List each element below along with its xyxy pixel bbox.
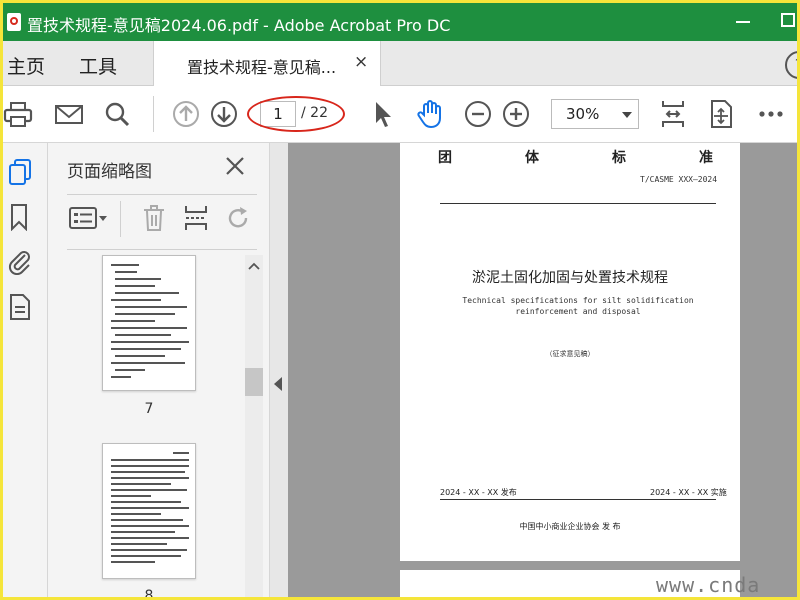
select-arrow-icon[interactable] (367, 98, 399, 130)
title-bar: 置技术规程-意见稿2024.06.pdf - Adobe Acrobat Pro… (3, 3, 797, 41)
scroll-up-icon[interactable] (245, 259, 263, 273)
document-tab-label: 置技术规程-意见稿... (187, 58, 337, 77)
zoom-value: 30% (566, 105, 600, 123)
close-panel-icon[interactable] (224, 155, 246, 177)
tab-tools[interactable]: 工具 (79, 52, 117, 79)
chevron-down-icon (622, 112, 632, 118)
tab-bar: 主页 工具 置技术规程-意见稿... × ? (3, 41, 797, 86)
thumbnail-page-8[interactable] (102, 443, 196, 579)
document-subtitle-en: Technical specifications for silt solidi… (462, 296, 694, 316)
document-viewport[interactable]: 团 体 标 准 T/CASME XXX—2024 淤泥土固化加固与处置技术规程 … (288, 143, 797, 597)
document-title: 淤泥土固化加固与处置技术规程 (472, 270, 668, 286)
tab-document[interactable]: 置技术规程-意见稿... × (153, 41, 381, 86)
panel-title: 页面缩略图 (67, 162, 152, 182)
left-navigation-rail (3, 143, 48, 597)
bookmark-icon[interactable] (7, 203, 33, 231)
maximize-icon[interactable] (781, 13, 795, 27)
page-thumbnails-icon[interactable] (7, 157, 33, 185)
search-icon[interactable] (101, 98, 133, 130)
panel-divider (67, 249, 257, 250)
pdf-page: 团 体 标 准 T/CASME XXX—2024 淤泥土固化加固与处置技术规程 … (400, 143, 740, 561)
acrobat-app-icon (7, 13, 21, 31)
toolbar-separator (153, 96, 154, 132)
fit-page-icon[interactable] (657, 98, 689, 130)
panel-scrollbar[interactable] (245, 255, 263, 597)
implement-date: 2024 - XX - XX 实施 (650, 488, 727, 497)
panel-separator (120, 201, 121, 237)
standard-code: T/CASME XXX—2024 (640, 175, 718, 184)
attachment-icon[interactable] (7, 247, 33, 275)
standard-type-char: 团 (438, 150, 452, 166)
rotate-icon[interactable] (224, 204, 252, 232)
close-tab-icon[interactable]: × (354, 52, 368, 72)
thumbnail-page-number: 8 (144, 588, 154, 600)
page-total-label: / 22 (301, 105, 328, 121)
app-window: 置技术规程-意见稿2024.06.pdf - Adobe Acrobat Pro… (0, 0, 800, 600)
standard-type-char: 体 (525, 150, 539, 166)
page-number-input[interactable] (260, 101, 296, 127)
trash-icon[interactable] (140, 204, 168, 232)
help-icon[interactable]: ? (785, 51, 797, 79)
zoom-select[interactable]: 30% (551, 99, 639, 129)
hand-icon[interactable] (414, 98, 446, 130)
draft-label: （征求意见稿） (545, 350, 595, 358)
thumbnail-page-number: 7 (144, 401, 154, 417)
window-title: 置技术规程-意见稿2024.06.pdf - Adobe Acrobat Pro… (27, 16, 451, 35)
publish-date: 2024 - XX - XX 发布 (440, 488, 517, 497)
thumbnails-panel: 页面缩略图 7 8 (48, 143, 269, 600)
insert-page-icon[interactable] (182, 204, 210, 232)
main-toolbar: / 22 30% (3, 86, 797, 143)
tab-home[interactable]: 主页 (7, 52, 45, 79)
scroll-mode-icon[interactable] (705, 98, 737, 130)
page-rule (440, 499, 716, 500)
panel-divider (67, 194, 257, 195)
zoom-out-icon[interactable] (462, 98, 494, 130)
collapse-panel-handle[interactable] (269, 143, 288, 597)
thumbnail-options-icon[interactable] (68, 204, 108, 232)
page-rule (440, 203, 716, 204)
more-icon[interactable] (755, 98, 787, 130)
document-icon[interactable] (7, 293, 33, 321)
thumbnail-page-7[interactable] (102, 255, 196, 391)
email-icon[interactable] (53, 98, 85, 130)
standard-type-char: 标 (612, 150, 626, 166)
page-up-icon[interactable] (170, 98, 202, 130)
print-icon[interactable] (3, 98, 35, 130)
issuer: 中国中小商业企业协会 发 布 (519, 522, 621, 531)
watermark: www.cnda (656, 573, 761, 597)
panel-scrollbar-thumb[interactable] (245, 368, 263, 396)
standard-type-char: 准 (699, 150, 713, 166)
chevron-left-icon (274, 377, 282, 391)
page-down-icon[interactable] (208, 98, 240, 130)
zoom-in-icon[interactable] (500, 98, 532, 130)
minimize-icon[interactable] (736, 21, 750, 23)
